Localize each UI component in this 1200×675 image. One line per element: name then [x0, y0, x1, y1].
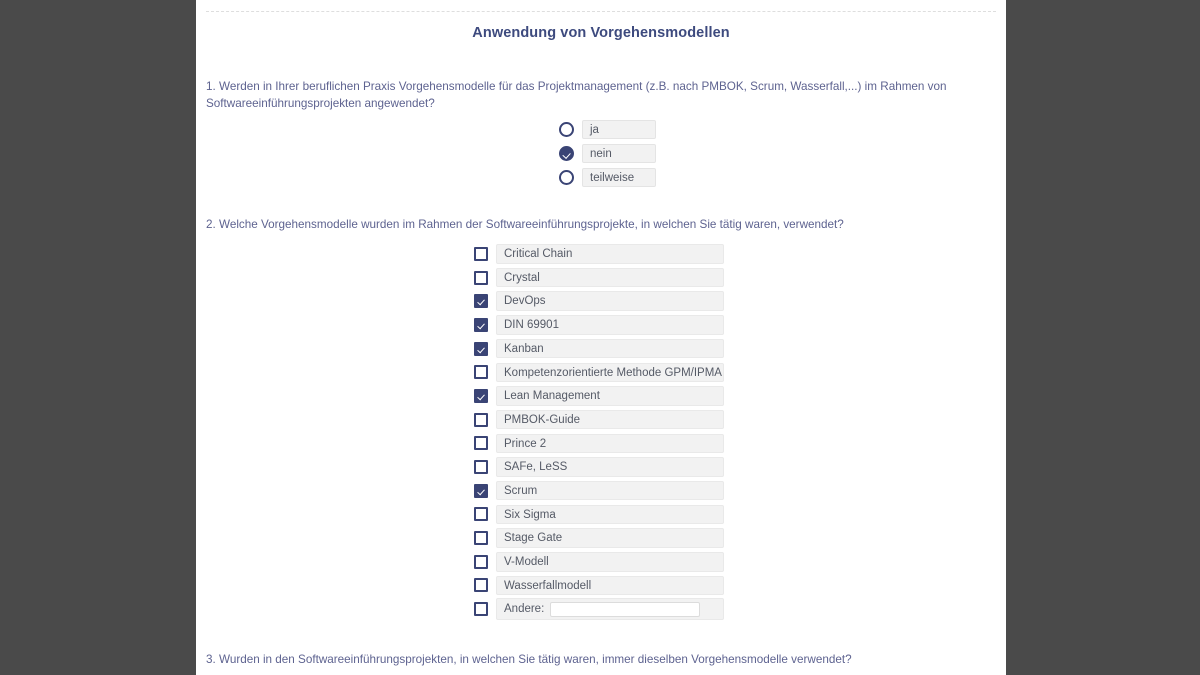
radio-option-label[interactable]: teilweise [582, 167, 656, 187]
checkbox-row[interactable]: V-Modell [474, 550, 724, 574]
checkbox-label[interactable]: V-Modell [496, 552, 724, 572]
checkbox-row[interactable]: Scrum [474, 479, 724, 503]
checkbox-row[interactable]: Stage Gate [474, 526, 724, 550]
top-divider [206, 11, 996, 12]
checkbox-empty-icon[interactable] [474, 412, 488, 427]
checkbox-check-icon[interactable] [474, 388, 488, 403]
checkbox-empty-icon[interactable] [474, 578, 488, 593]
radio-option-nein[interactable]: nein [559, 142, 656, 166]
checkbox-empty-icon[interactable] [474, 531, 488, 546]
radio-option-label[interactable]: ja [582, 120, 656, 140]
checkbox-label[interactable]: Lean Management [496, 386, 724, 406]
checkbox-check-icon[interactable] [474, 341, 488, 356]
checkbox-check-icon[interactable] [474, 483, 488, 498]
checkbox-empty-icon[interactable] [474, 270, 488, 285]
question-1-radio-group: ja nein teilweise [559, 118, 656, 189]
checkbox-label[interactable]: SAFe, LeSS [496, 457, 724, 477]
radio-circle-icon[interactable] [559, 122, 574, 138]
checkbox-empty-icon[interactable] [474, 246, 488, 261]
checkbox-label[interactable]: Kompetenzorientierte Methode GPM/IPMA IC… [496, 362, 724, 383]
checkbox-row[interactable]: Crystal [474, 266, 724, 290]
page-title: Anwendung von Vorgehensmodellen [472, 25, 730, 41]
checkbox-row[interactable]: SAFe, LeSS [474, 455, 724, 479]
checkbox-label[interactable]: DIN 69901 [496, 315, 724, 335]
survey-form-card: Anwendung von Vorgehensmodellen 1. Werde… [196, 0, 1006, 675]
checkbox-label-other[interactable]: Andere: [496, 598, 724, 621]
checkbox-empty-icon[interactable] [474, 365, 488, 380]
checkbox-empty-icon[interactable] [474, 602, 488, 617]
checkbox-row-other[interactable]: Andere: [474, 597, 724, 621]
checkbox-label[interactable]: Crystal [496, 267, 724, 288]
checkbox-row[interactable]: Lean Management [474, 384, 724, 408]
checkbox-label[interactable]: Wasserfallmodell [496, 575, 724, 596]
other-label: Andere: [504, 603, 545, 616]
checkbox-label[interactable]: PMBOK-Guide [496, 409, 724, 430]
checkbox-label[interactable]: Six Sigma [496, 504, 724, 525]
checkbox-label[interactable]: Stage Gate [496, 528, 724, 548]
question-2-text: 2. Welche Vorgehensmodelle wurden im Rah… [206, 218, 844, 231]
radio-circle-icon[interactable] [559, 169, 574, 185]
checkbox-row[interactable]: DevOps [474, 289, 724, 313]
checkbox-row[interactable]: Prince 2 [474, 432, 724, 456]
checkbox-row[interactable]: Kompetenzorientierte Methode GPM/IPMA IC… [474, 360, 724, 384]
checkbox-label[interactable]: Prince 2 [496, 433, 724, 454]
checkbox-row[interactable]: Wasserfallmodell [474, 574, 724, 598]
checkbox-row[interactable]: Kanban [474, 337, 724, 361]
checkbox-empty-icon[interactable] [474, 554, 488, 569]
question-1-text: 1. Werden in Ihrer beruflichen Praxis Vo… [206, 80, 947, 110]
question-2-checkbox-group: Critical Chain Crystal DevOps DIN 69901 … [474, 242, 724, 621]
checkbox-row[interactable]: Critical Chain [474, 242, 724, 266]
checkbox-check-icon[interactable] [474, 317, 488, 332]
radio-option-label[interactable]: nein [582, 144, 656, 164]
other-text-input[interactable] [550, 601, 701, 617]
checkbox-empty-icon[interactable] [474, 507, 488, 522]
radio-option-teilweise[interactable]: teilweise [559, 166, 656, 190]
checkbox-row[interactable]: PMBOK-Guide [474, 408, 724, 432]
checkbox-label[interactable]: DevOps [496, 291, 724, 311]
question-3-text: 3. Wurden in den Softwareeinführungsproj… [206, 653, 852, 666]
checkbox-row[interactable]: DIN 69901 [474, 313, 724, 337]
page-background: Anwendung von Vorgehensmodellen 1. Werde… [0, 0, 1200, 675]
checkbox-row[interactable]: Six Sigma [474, 503, 724, 527]
checkbox-label[interactable]: Kanban [496, 338, 724, 359]
checkbox-check-icon[interactable] [474, 294, 488, 309]
checkbox-label[interactable]: Scrum [496, 480, 724, 501]
checkbox-empty-icon[interactable] [474, 436, 488, 451]
checkbox-label[interactable]: Critical Chain [496, 244, 724, 264]
checkbox-empty-icon[interactable] [474, 460, 488, 475]
radio-option-ja[interactable]: ja [559, 118, 656, 142]
radio-check-icon[interactable] [559, 146, 574, 162]
